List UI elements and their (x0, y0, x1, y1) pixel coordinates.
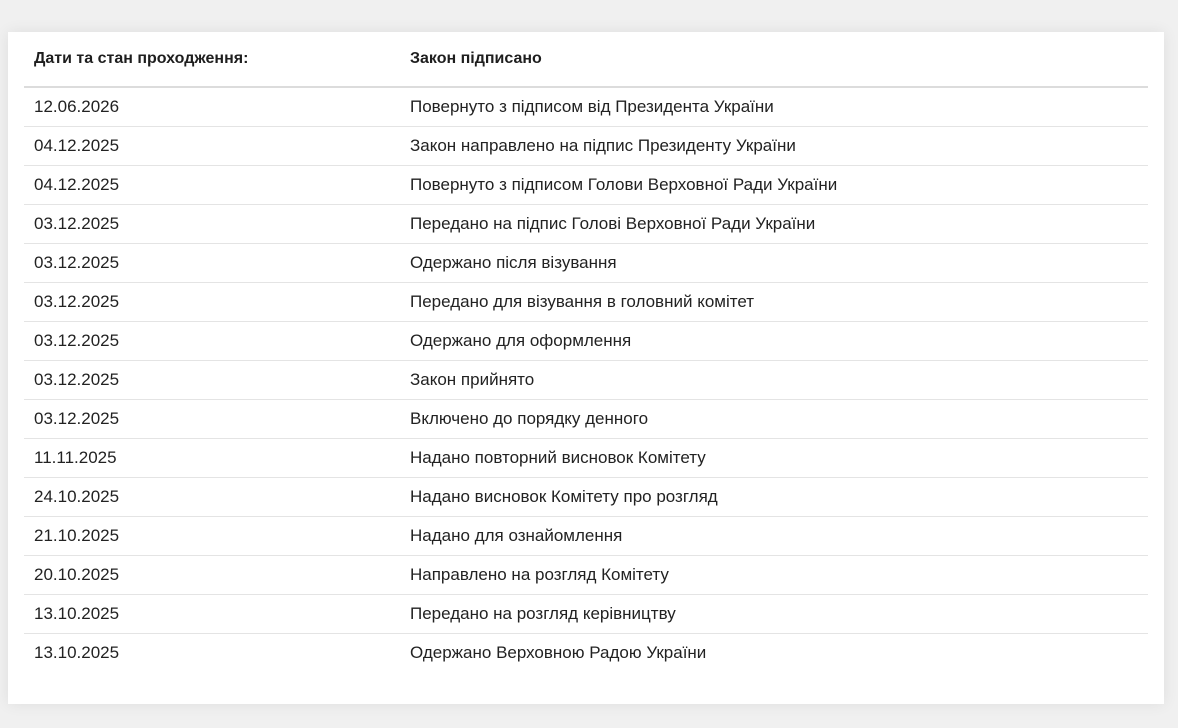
row-date: 13.10.2025 (34, 643, 120, 662)
table-row: 03.12.2025 Одержано після візування (24, 244, 1148, 283)
table-row: 03.12.2025 Передано на підпис Голові Верх… (24, 205, 1148, 244)
row-date: 12.06.2026 (34, 97, 120, 116)
table-row: 03.12.2025 Одержано для оформлення (24, 322, 1148, 361)
table-row: 04.12.2025 Закон направлено на підпис Пре… (24, 127, 1148, 166)
table-row: 24.10.2025 Надано висновок Комітету про р… (24, 478, 1148, 517)
row-date: 04.12.2025 (34, 136, 120, 155)
table-row: 20.10.2025 Направлено на розгляд Комітету (24, 556, 1148, 595)
header-dates-label: Дати та стан проходження: (34, 50, 249, 67)
header-status-label: Закон підписано (410, 50, 542, 67)
bill-progress-card: Дати та стан проходження: Закон підписан… (8, 32, 1164, 704)
row-date: 03.12.2025 (34, 331, 120, 350)
row-status: Передано на розгляд керівництву (410, 604, 676, 623)
row-date: 03.12.2025 (34, 292, 120, 311)
row-date: 20.10.2025 (34, 565, 120, 584)
row-status: Включено до порядку денного (410, 409, 649, 428)
table-row: 12.06.2026 Повернуто з підписом від Прези… (24, 88, 1148, 127)
row-status: Повернуто з підписом Голови Верховної Ра… (410, 175, 838, 194)
row-date: 21.10.2025 (34, 526, 120, 545)
row-status: Повернуто з підписом від Президента Укра… (410, 97, 774, 116)
row-status: Закон направлено на підпис Президенту Ук… (410, 136, 796, 155)
table-header: Дати та стан проходження: Закон підписан… (24, 32, 1148, 88)
row-date: 11.11.2025 (34, 448, 117, 467)
row-date: 04.12.2025 (34, 175, 120, 194)
row-status: Передано на підпис Голові Верховної Ради… (410, 214, 816, 233)
row-status: Направлено на розгляд Комітету (410, 565, 669, 584)
table-row: 13.10.2025 Передано на розгляд керівництв… (24, 595, 1148, 634)
row-status: Надано висновок Комітету про розгляд (410, 487, 718, 506)
row-date: 03.12.2025 (34, 409, 120, 428)
row-status: Одержано для оформлення (410, 331, 632, 350)
table-row: 13.10.2025 Одержано Верховною Радою Украї… (24, 634, 1148, 672)
row-status: Передано для візування в головний коміте… (410, 292, 755, 311)
table-row: 03.12.2025 Передано для візування в голов… (24, 283, 1148, 322)
bill-progress-table: Дати та стан проходження: Закон підписан… (24, 32, 1148, 672)
row-date: 13.10.2025 (34, 604, 120, 623)
row-status: Надано повторний висновок Комітету (410, 448, 706, 467)
row-date: 03.12.2025 (34, 253, 120, 272)
row-status: Одержано Верховною Радою України (410, 643, 707, 662)
table-row: 03.12.2025 Закон прийнято (24, 361, 1148, 400)
table-row: 04.12.2025 Повернуто з підписом Голови Ве… (24, 166, 1148, 205)
table-row: 03.12.2025 Включено до порядку денного (24, 400, 1148, 439)
table-row: 11.11.2025 Надано повторний висновок Комі… (24, 439, 1148, 478)
row-status: Закон прийнято (410, 370, 535, 389)
table-row: 21.10.2025 Надано для ознайомлення (24, 517, 1148, 556)
table-body: 12.06.2026 Повернуто з підписом від Прези… (24, 88, 1148, 672)
row-status: Надано для ознайомлення (410, 526, 623, 545)
row-date: 03.12.2025 (34, 370, 120, 389)
row-status: Одержано після візування (410, 253, 617, 272)
row-date: 24.10.2025 (34, 487, 120, 506)
row-date: 03.12.2025 (34, 214, 120, 233)
